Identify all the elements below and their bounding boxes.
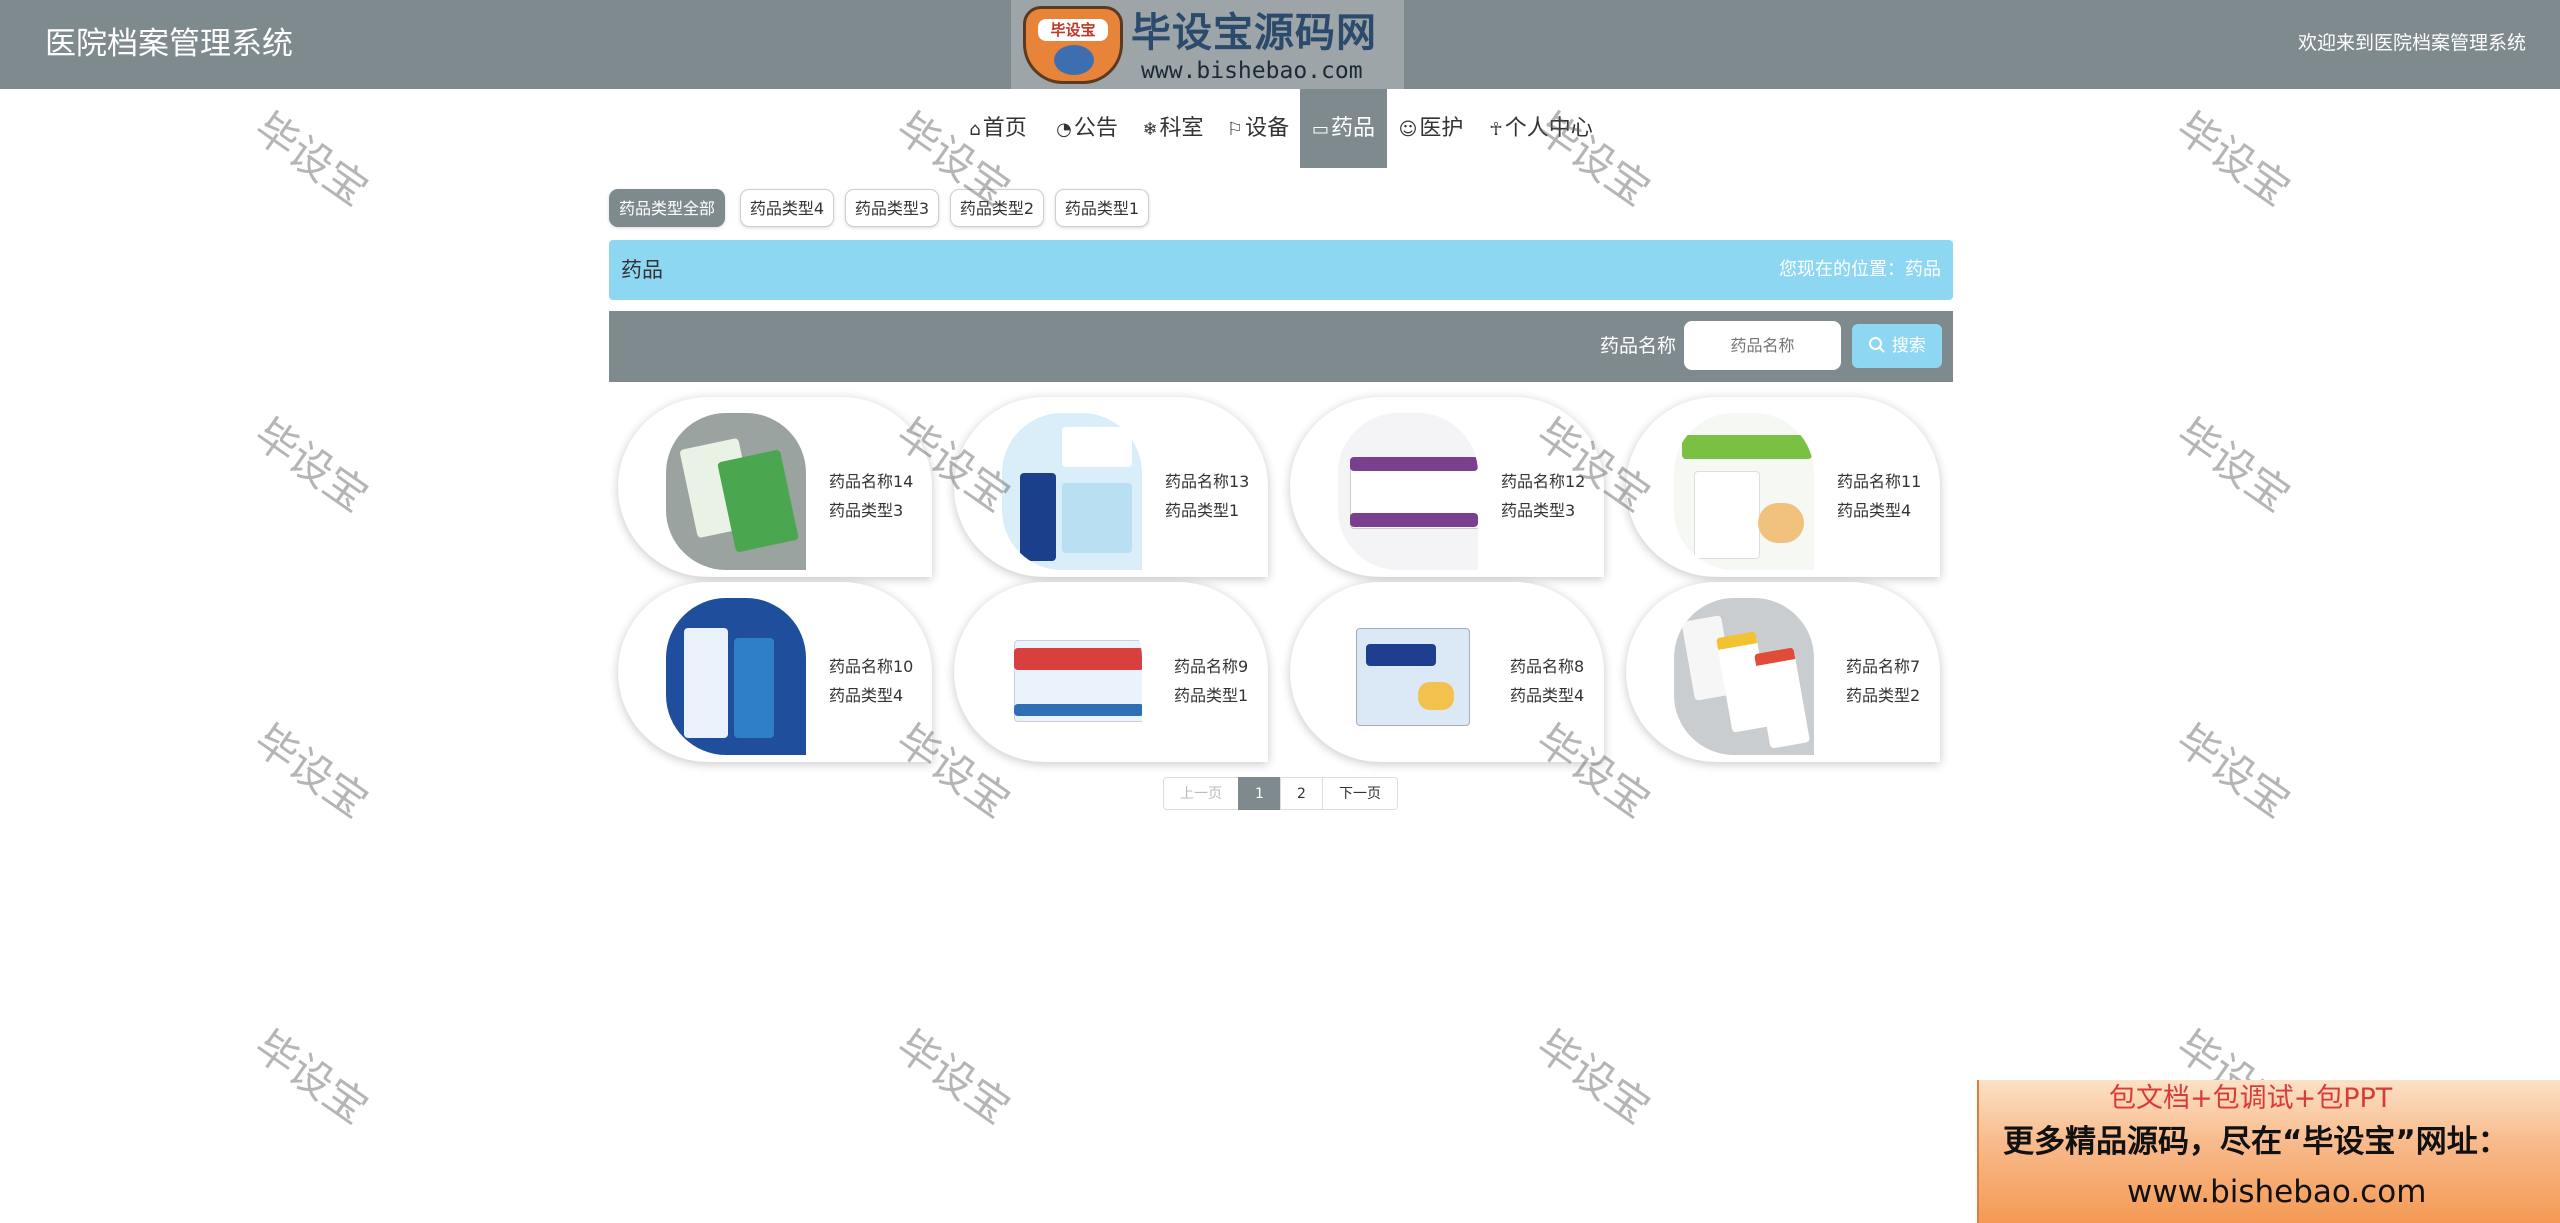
- product-card[interactable]: 药品名称14 药品类型3: [618, 397, 932, 577]
- product-image: [666, 413, 806, 570]
- nav-item-equipment[interactable]: ⚐设备: [1223, 89, 1293, 168]
- section-title: 药品: [621, 258, 663, 282]
- product-card[interactable]: 药品名称13 药品类型1: [954, 397, 1268, 577]
- ad-line-2: 更多精品源码，尽在“毕设宝”网址：: [2003, 1124, 2509, 1160]
- product-image: [1002, 598, 1142, 755]
- nav-item-department[interactable]: ❄科室: [1138, 89, 1208, 168]
- product-name: 药品名称8: [1510, 657, 1585, 676]
- next-page-button[interactable]: 下一页: [1322, 777, 1398, 810]
- prev-page-button[interactable]: 上一页: [1163, 777, 1239, 810]
- product-image: [1002, 413, 1142, 570]
- welcome-text: 欢迎来到医院档案管理系统: [2297, 32, 2526, 54]
- watermark: 毕设宝: [245, 408, 377, 522]
- logo-name: 毕设宝源码网: [1131, 10, 1377, 56]
- home-icon: ⌂: [969, 119, 981, 140]
- logo-mascot-icon: 毕设宝: [1023, 6, 1123, 84]
- product-image: [1674, 598, 1814, 755]
- snowflake-icon: ❄: [1142, 119, 1158, 140]
- product-name: 药品名称13: [1165, 472, 1250, 491]
- product-card[interactable]: 药品名称11 药品类型4: [1626, 397, 1940, 577]
- search-icon: [1869, 337, 1886, 353]
- nav-item-label: 医护: [1419, 116, 1464, 141]
- product-type: 药品类型3: [1501, 501, 1576, 520]
- product-image: [666, 598, 806, 755]
- product-type: 药品类型4: [829, 686, 904, 705]
- section-title-bar: 药品 您现在的位置：药品: [609, 240, 1953, 300]
- search-button[interactable]: 搜索: [1852, 324, 1942, 368]
- category-tab-all[interactable]: 药品类型全部: [609, 189, 725, 227]
- nav-item-label: 科室: [1159, 116, 1204, 141]
- product-type: 药品类型3: [829, 501, 904, 520]
- watermark: 毕设宝: [245, 714, 377, 828]
- logo-url: www.bishebao.com: [1141, 58, 1363, 84]
- product-name: 药品名称9: [1174, 657, 1249, 676]
- ad-banner[interactable]: 包文档+包调试+包PPT 更多精品源码，尽在“毕设宝”网址： www.bishe…: [1977, 1080, 2560, 1223]
- search-button-label: 搜索: [1891, 336, 1926, 356]
- page-button-1[interactable]: 1: [1238, 777, 1281, 810]
- nav-item-medicine[interactable]: ▭药品: [1300, 89, 1387, 168]
- product-card[interactable]: 药品名称7 药品类型2: [1626, 582, 1940, 762]
- nav-item-label: 药品: [1331, 116, 1376, 141]
- product-card[interactable]: 药品名称8 药品类型4: [1290, 582, 1604, 762]
- nav-item-label: 首页: [982, 116, 1027, 141]
- breadcrumb: 您现在的位置：药品: [1779, 259, 1941, 280]
- ad-line-3: www.bishebao.com: [2127, 1174, 2427, 1210]
- watermark: 毕设宝: [245, 1020, 377, 1134]
- ad-line-1: 包文档+包调试+包PPT: [2109, 1083, 2393, 1114]
- user-icon: ☥: [1489, 119, 1503, 140]
- main-nav: ⌂首页 ◔公告 ❄科室 ⚐设备 ▭药品 ☺医护 ☥个人中心: [0, 89, 2560, 168]
- product-type: 药品类型1: [1174, 686, 1249, 705]
- gauge-icon: ◔: [1056, 119, 1072, 140]
- product-name: 药品名称12: [1501, 472, 1586, 491]
- product-image: [1338, 598, 1478, 755]
- product-image: [1338, 413, 1478, 570]
- product-card[interactable]: 药品名称10 药品类型4: [618, 582, 932, 762]
- category-tab-type1[interactable]: 药品类型1: [1055, 189, 1149, 227]
- product-name: 药品名称10: [829, 657, 914, 676]
- search-label: 药品名称: [1600, 335, 1677, 357]
- search-input[interactable]: [1684, 321, 1841, 370]
- category-tab-type4[interactable]: 药品类型4: [740, 189, 834, 227]
- product-type: 药品类型2: [1846, 686, 1921, 705]
- site-logo: 毕设宝 毕设宝源码网 www.bishebao.com: [1011, 0, 1404, 89]
- smile-icon: ☺: [1398, 119, 1418, 140]
- watermark: 毕设宝: [2167, 714, 2299, 828]
- page-button-2[interactable]: 2: [1280, 777, 1323, 810]
- nav-item-home[interactable]: ⌂首页: [963, 89, 1033, 168]
- watermark: 毕设宝: [2167, 408, 2299, 522]
- product-name: 药品名称11: [1837, 472, 1922, 491]
- top-header: 医院档案管理系统 欢迎来到医院档案管理系统 毕设宝 毕设宝源码网 www.bis…: [0, 0, 2560, 89]
- product-image: [1674, 413, 1814, 570]
- product-name: 药品名称7: [1846, 657, 1921, 676]
- nav-item-notice[interactable]: ◔公告: [1052, 89, 1122, 168]
- watermark: 毕设宝: [887, 1020, 1019, 1134]
- category-tab-type2[interactable]: 药品类型2: [950, 189, 1044, 227]
- nav-item-label: 公告: [1073, 116, 1118, 141]
- logo-badge-text: 毕设宝: [1038, 19, 1108, 41]
- product-card[interactable]: 药品名称9 药品类型1: [954, 582, 1268, 762]
- app-title: 医院档案管理系统: [45, 26, 293, 62]
- product-type: 药品类型4: [1510, 686, 1585, 705]
- product-type: 药品类型1: [1165, 501, 1240, 520]
- nav-item-label: 设备: [1245, 116, 1290, 141]
- product-type: 药品类型4: [1837, 501, 1912, 520]
- nav-item-profile[interactable]: ☥个人中心: [1485, 89, 1597, 168]
- book-icon: ▭: [1311, 119, 1329, 140]
- category-tab-type3[interactable]: 药品类型3: [845, 189, 939, 227]
- watermark: 毕设宝: [1527, 1020, 1659, 1134]
- nav-item-medical-staff[interactable]: ☺医护: [1396, 89, 1466, 168]
- product-card[interactable]: 药品名称12 药品类型3: [1290, 397, 1604, 577]
- flag-icon: ⚐: [1226, 119, 1244, 140]
- nav-item-label: 个人中心: [1504, 116, 1593, 141]
- product-name: 药品名称14: [829, 472, 914, 491]
- search-bar: 药品名称 搜索: [609, 311, 1953, 382]
